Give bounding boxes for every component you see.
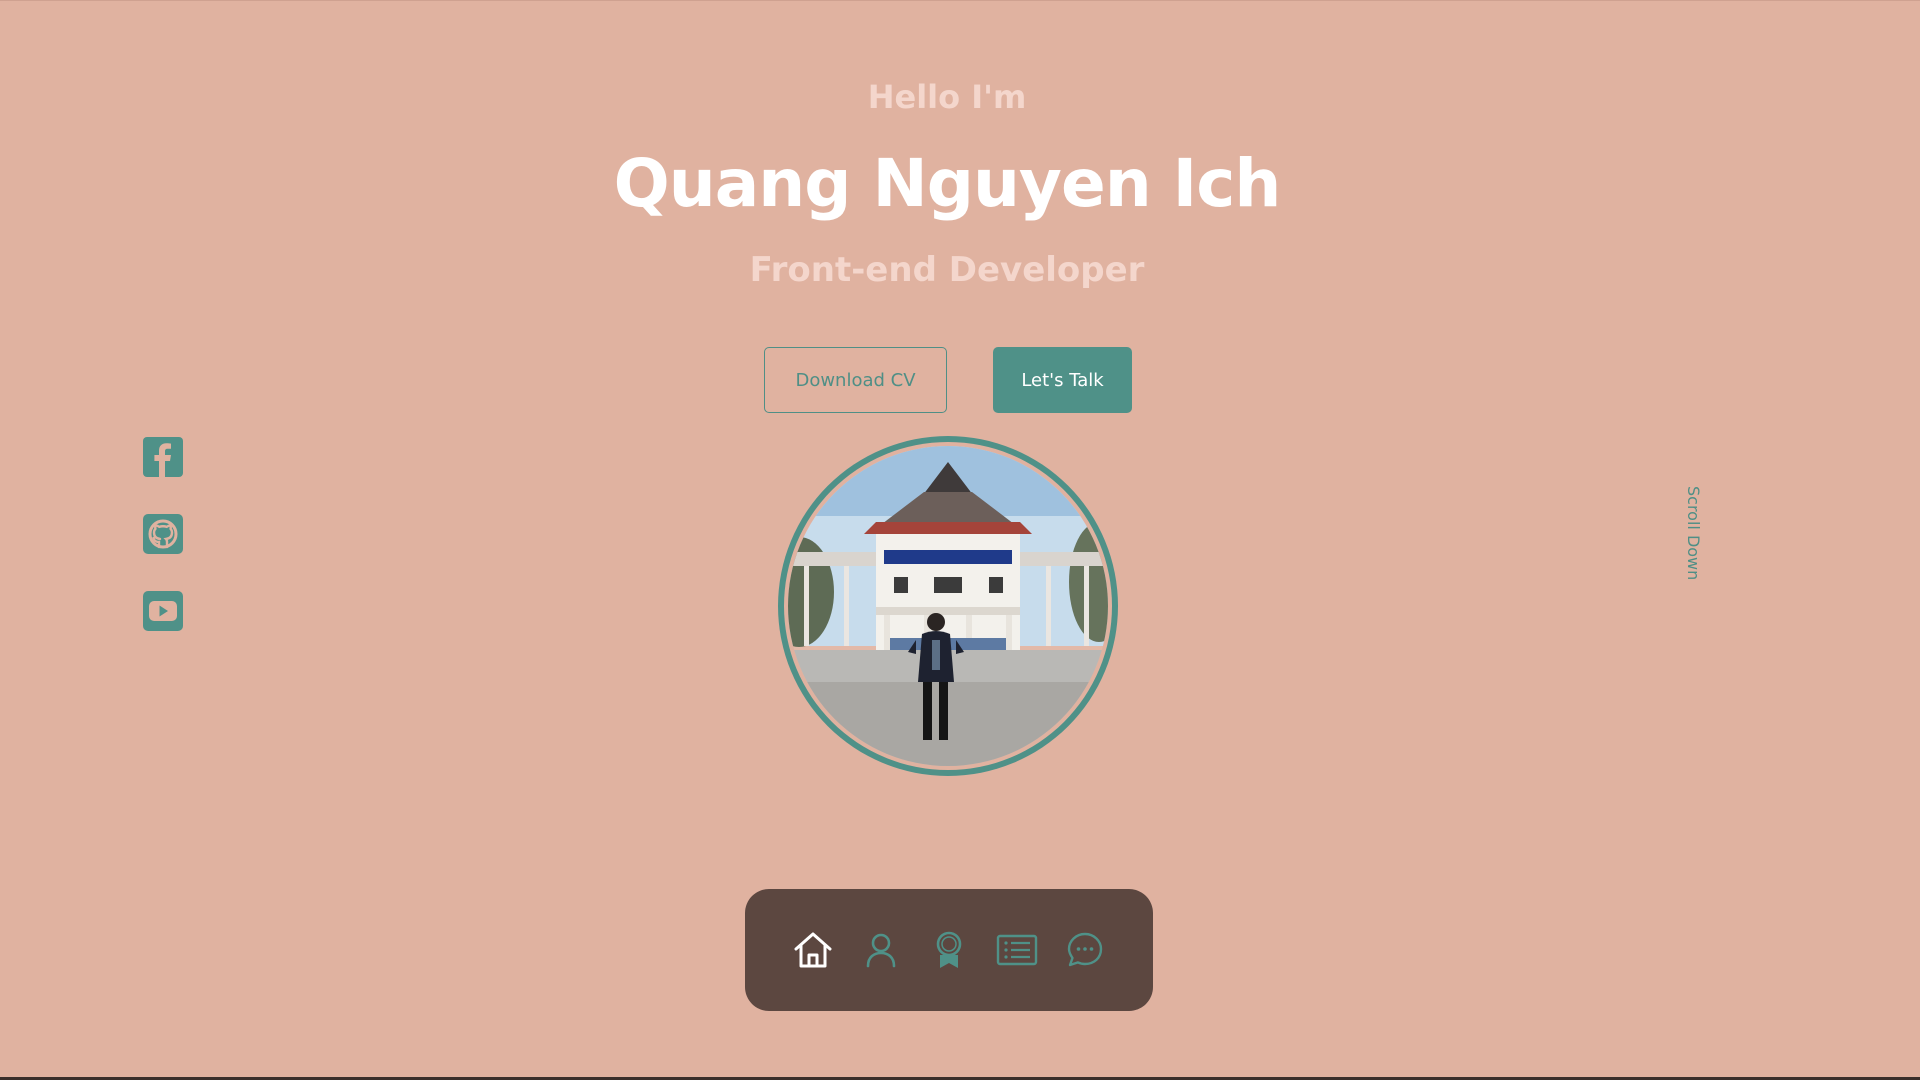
lets-talk-button[interactable]: Let's Talk — [993, 347, 1132, 413]
profile-photo — [784, 442, 1112, 770]
hero-page: Hello I'm Quang Nguyen Ich Front-end Dev… — [0, 0, 1920, 1080]
hero-role: Front-end Developer — [749, 250, 1145, 290]
bottom-nav — [745, 889, 1153, 1011]
youtube-icon[interactable] — [142, 590, 184, 632]
profile-photo-frame — [778, 436, 1118, 776]
award-icon[interactable] — [927, 928, 971, 972]
home-icon[interactable] — [791, 928, 835, 972]
social-links — [142, 436, 184, 667]
facebook-icon[interactable] — [142, 436, 184, 478]
user-icon[interactable] — [859, 928, 903, 972]
hero-name: Quang Nguyen Ich — [613, 145, 1282, 222]
top-divider — [0, 0, 1920, 1]
scroll-down-link[interactable]: Scroll Down — [1684, 486, 1703, 580]
chat-icon[interactable] — [1063, 928, 1107, 972]
github-icon[interactable] — [142, 513, 184, 555]
list-icon[interactable] — [995, 928, 1039, 972]
hero-greeting: Hello I'm — [867, 78, 1027, 116]
download-cv-button[interactable]: Download CV — [764, 347, 947, 413]
